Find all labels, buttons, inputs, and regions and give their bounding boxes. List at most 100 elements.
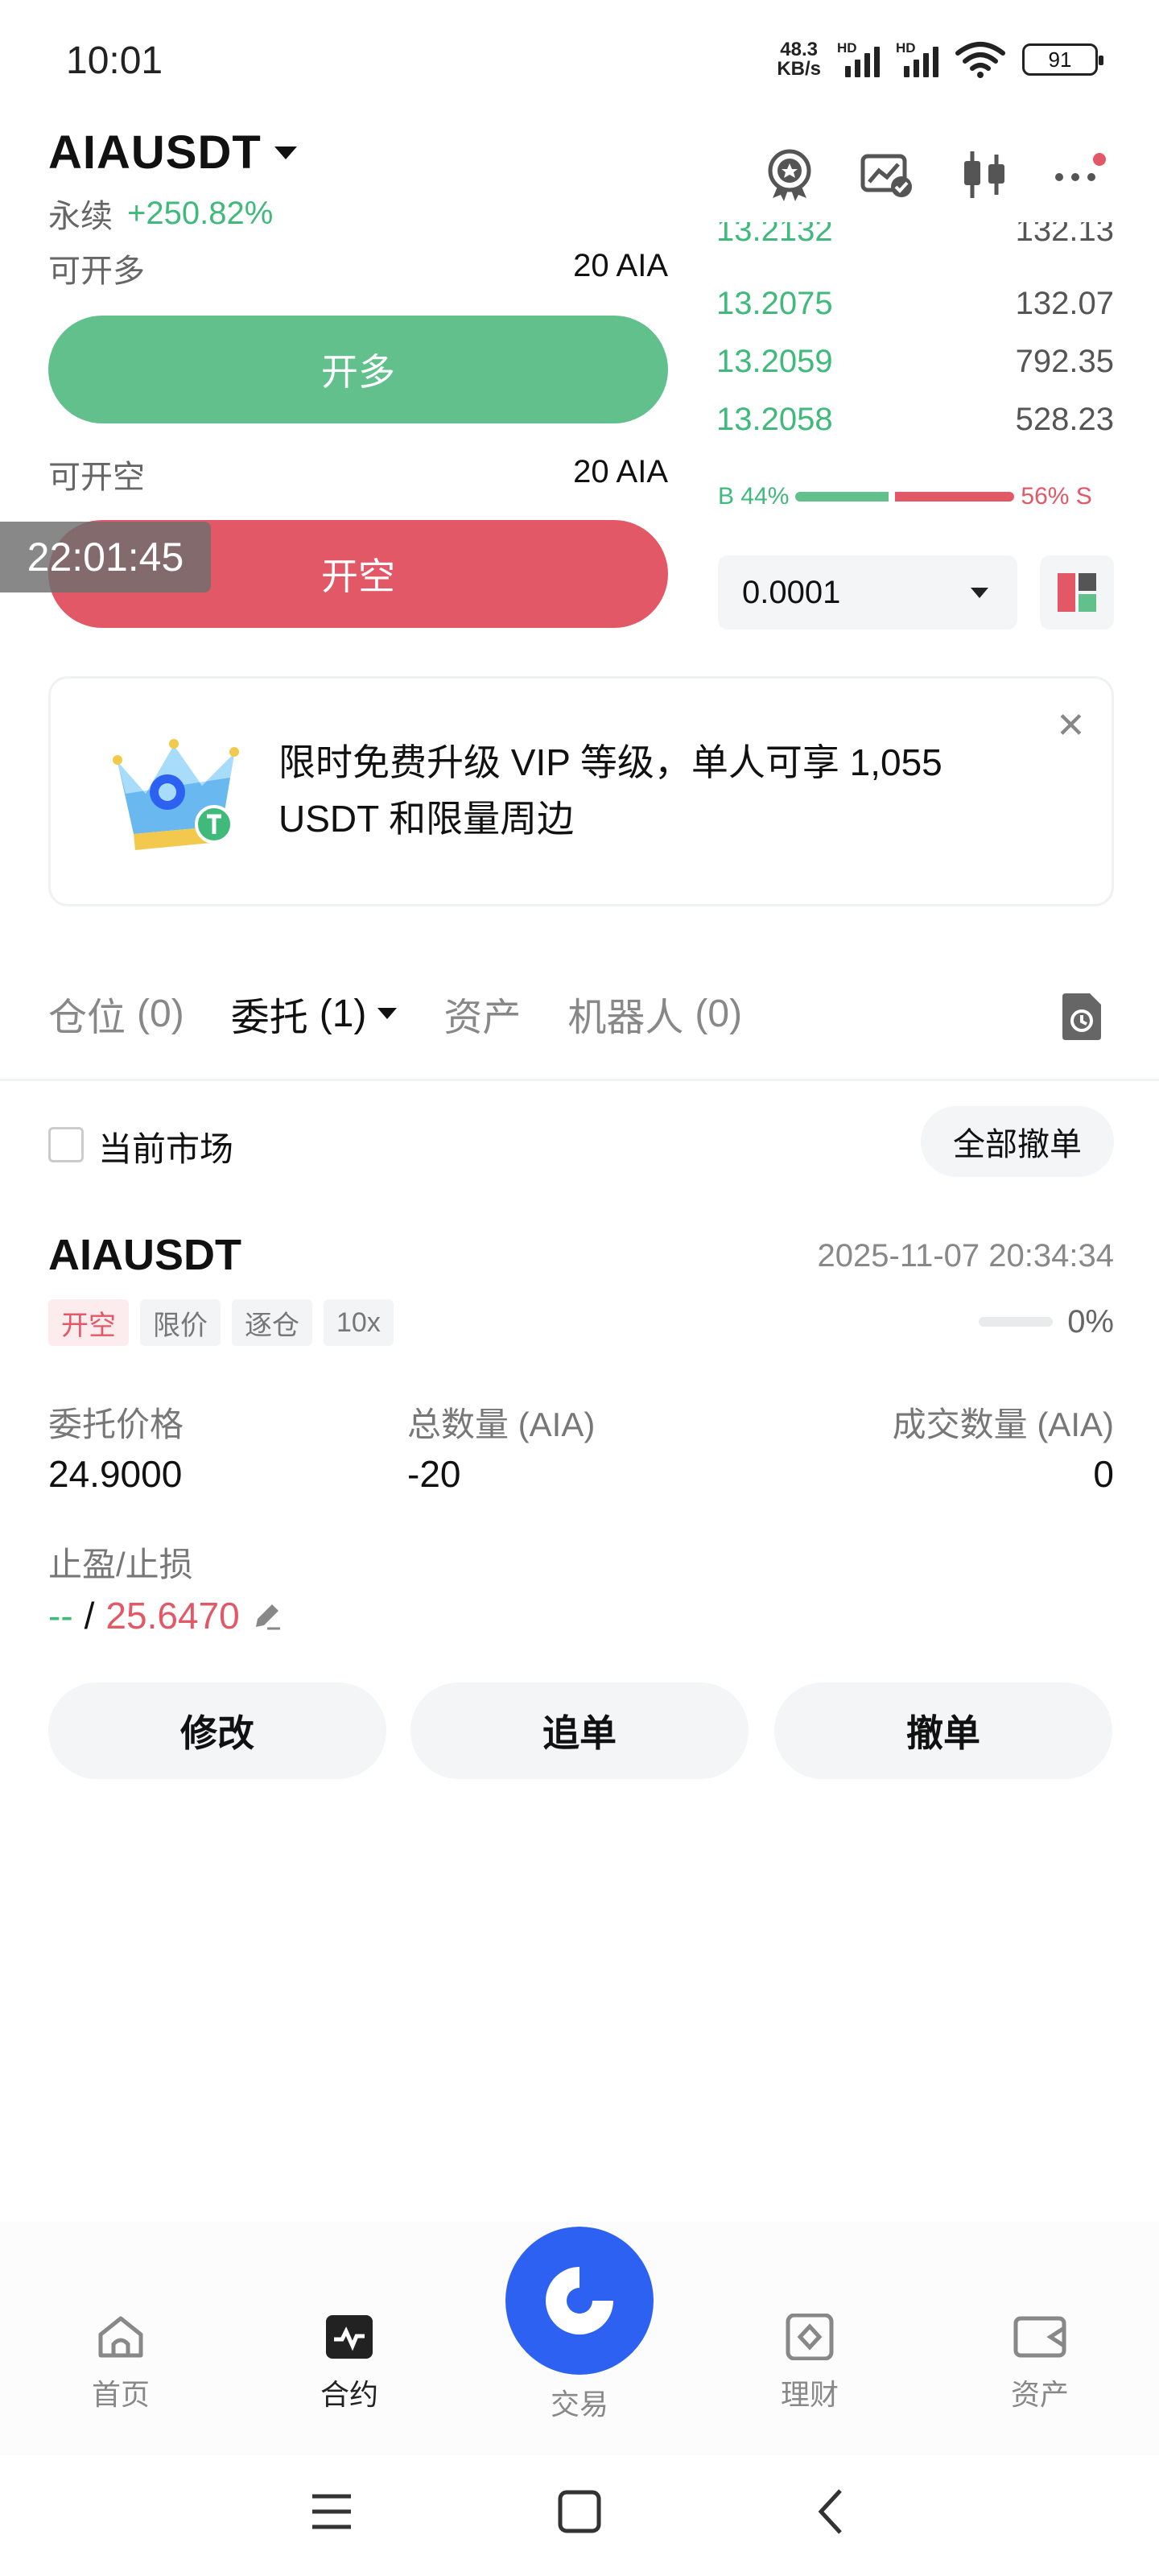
- order-time: 2025-11-07 20:34:34: [817, 1238, 1114, 1274]
- order-tags: 开空 限价 逐仓 10x: [48, 1299, 394, 1346]
- tab-assets[interactable]: 资产: [443, 985, 521, 1042]
- modify-button[interactable]: 修改: [48, 1682, 386, 1779]
- tag-margin-mode: 逐仓: [232, 1299, 312, 1346]
- orderbook-price: 13.2132: [716, 222, 833, 248]
- fill-progress-bar: [979, 1317, 1053, 1327]
- buy-ratio-label: B 44%: [718, 483, 790, 510]
- futures-chart-icon: [326, 2315, 373, 2359]
- orderbook-row[interactable]: 13.2058 528.23: [716, 391, 1114, 448]
- tab-count: (0): [137, 992, 184, 1035]
- orderbook-qty: 792.35: [1015, 343, 1114, 379]
- home-icon: [98, 2316, 143, 2358]
- tag-order-type: 限价: [140, 1299, 221, 1346]
- nav-trade-button[interactable]: [505, 2227, 654, 2375]
- nav-trade-label[interactable]: 交易: [499, 2381, 660, 2423]
- tab-orders[interactable]: 委托 (1): [231, 985, 398, 1042]
- order-symbol: AIAUSDT: [48, 1231, 241, 1279]
- tab-positions[interactable]: 仓位 (0): [48, 985, 184, 1042]
- status-icons: 48.3 KB/s HD HD 91: [777, 40, 1103, 79]
- price-label: 委托价格: [48, 1406, 184, 1443]
- network-speed: 48.3 KB/s: [777, 40, 821, 79]
- home-square-icon[interactable]: [547, 2479, 612, 2544]
- open-long-button[interactable]: 开多: [48, 316, 668, 423]
- speed-unit: KB/s: [777, 58, 821, 80]
- tab-label: 仓位: [48, 997, 126, 1039]
- total-qty-value: -20: [407, 1453, 461, 1495]
- caret-down-icon: [377, 1008, 398, 1019]
- price-change: +250.82%: [127, 195, 274, 231]
- orderbook-qty: 132.07: [1015, 285, 1114, 321]
- tag-leverage: 10x: [324, 1299, 394, 1346]
- orderbook-row[interactable]: 13.2132 132.13: [716, 222, 1114, 262]
- back-icon[interactable]: [798, 2479, 863, 2544]
- divider: [0, 1079, 1159, 1081]
- price-value: 24.9000: [48, 1453, 183, 1495]
- hd-label: HD: [837, 40, 857, 56]
- order-history-icon[interactable]: [1059, 992, 1104, 1042]
- current-market-label: 当前市场: [98, 1130, 234, 1168]
- buy-sell-ratio: B 44% 56% S: [718, 483, 1114, 510]
- tpsl-label: 止盈/止损: [48, 1546, 193, 1583]
- battery-icon: 91: [1022, 43, 1103, 76]
- badge-icon[interactable]: [761, 147, 818, 203]
- pair-selector[interactable]: AIAUSDT: [48, 126, 297, 180]
- tpsl-values: -- / 25.6470: [48, 1594, 283, 1637]
- caret-down-icon: [971, 587, 988, 598]
- close-icon[interactable]: ✕: [1056, 705, 1086, 746]
- precision-value: 0.0001: [742, 574, 841, 610]
- wallet-icon: [1013, 2316, 1066, 2358]
- filled-qty-label: 成交数量 (AIA): [892, 1406, 1114, 1443]
- contract-type: 永续: [48, 199, 113, 234]
- orderbook-price: 13.2058: [716, 401, 833, 437]
- sell-ratio-bar: [895, 492, 1015, 502]
- order-tabs: 仓位 (0) 委托 (1) 资产 机器人 (0): [48, 985, 789, 1042]
- orderbook-price: 13.2059: [716, 343, 833, 379]
- nav-futures[interactable]: 合约: [269, 2314, 430, 2413]
- nav-assets[interactable]: 资产: [959, 2314, 1120, 2413]
- long-available-label: 可开多: [48, 254, 145, 289]
- banner-text: 限时免费升级 VIP 等级，单人可享 1,055 USDT 和限量周边: [278, 741, 942, 840]
- nav-label: 资产: [1010, 2378, 1069, 2411]
- tab-label: 资产: [443, 997, 522, 1039]
- tab-count: (0): [695, 992, 743, 1035]
- chase-button[interactable]: 追单: [410, 1682, 749, 1779]
- orderbook-row[interactable]: 13.2075 132.07: [716, 275, 1114, 332]
- tab-bots[interactable]: 机器人 (0): [567, 985, 742, 1042]
- fill-percent: 0%: [1067, 1304, 1114, 1340]
- stop-loss-value: 25.6470: [105, 1595, 240, 1637]
- wifi-icon: [955, 42, 1005, 78]
- precision-select[interactable]: 0.0001: [718, 555, 1017, 630]
- filled-qty-value: 0: [1093, 1453, 1114, 1495]
- take-profit-value: --: [48, 1595, 73, 1637]
- chart-check-icon[interactable]: [858, 147, 914, 203]
- current-market-checkbox[interactable]: [48, 1127, 84, 1162]
- cancel-order-button[interactable]: 撤单: [774, 1682, 1112, 1779]
- tag-side: 开空: [48, 1299, 129, 1346]
- nav-label: 合约: [320, 2378, 378, 2411]
- pair-subline: 永续 +250.82%: [48, 190, 273, 237]
- short-available-value: 20 AIA: [573, 454, 668, 489]
- edit-icon[interactable]: [251, 1600, 283, 1632]
- total-qty-label: 总数量 (AIA): [407, 1406, 596, 1443]
- more-dots-icon[interactable]: [1051, 147, 1107, 203]
- orderbook-price: 13.2075: [716, 285, 833, 321]
- cancel-all-button[interactable]: 全部撤单: [921, 1106, 1114, 1177]
- tab-count: (1): [319, 992, 367, 1035]
- tab-label: 委托: [230, 997, 308, 1039]
- status-time: 10:01: [66, 39, 163, 82]
- nav-home[interactable]: 首页: [40, 2314, 201, 2413]
- orderbook-row[interactable]: 13.2059 792.35: [716, 333, 1114, 390]
- orderbook-qty: 528.23: [1015, 401, 1114, 437]
- nav-label: 理财: [780, 2378, 839, 2411]
- candlestick-icon[interactable]: [956, 147, 1013, 203]
- signal-icon: HD: [837, 40, 880, 77]
- crown-icon: [113, 739, 239, 850]
- nav-earn[interactable]: 理财: [729, 2314, 890, 2413]
- orderbook-layout-button[interactable]: [1040, 555, 1114, 630]
- pair-name: AIAUSDT: [48, 126, 262, 179]
- hd-label-2: HD: [896, 40, 916, 56]
- short-available-label: 可开空: [48, 460, 145, 495]
- layout-icon: [1058, 573, 1096, 612]
- menu-icon[interactable]: [299, 2479, 364, 2544]
- tab-label: 机器人: [567, 997, 684, 1039]
